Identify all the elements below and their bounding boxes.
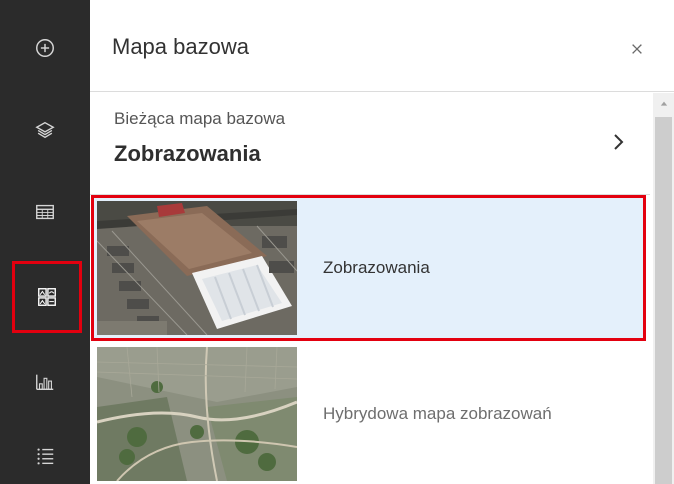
current-basemap-row[interactable]: Bieżąca mapa bazowa Zobrazowania — [90, 93, 650, 195]
basemap-item-hybrid[interactable]: Hybrydowa mapa zobrazowań — [94, 344, 643, 484]
chevron-right-icon — [614, 134, 624, 150]
basemap-gallery-icon — [38, 288, 56, 306]
layers-icon — [35, 121, 55, 139]
panel-header: Mapa bazowa — [90, 10, 674, 92]
layers-button[interactable] — [0, 90, 90, 170]
current-basemap-label: Bieżąca mapa bazowa — [114, 109, 286, 128]
panel-title: Mapa bazowa — [112, 34, 249, 59]
legend-button[interactable] — [0, 416, 90, 484]
add-data-button[interactable] — [0, 8, 90, 88]
bar-chart-icon — [36, 374, 54, 391]
close-icon — [632, 44, 642, 54]
plus-circle-icon — [36, 39, 54, 57]
scrollbar[interactable] — [653, 93, 674, 484]
table-button[interactable] — [0, 172, 90, 252]
list-icon — [37, 448, 54, 465]
scroll-up-button[interactable] — [653, 93, 674, 115]
hybrid-imagery-thumbnail — [97, 347, 297, 481]
left-toolbar — [0, 0, 90, 484]
triangle-up-icon — [660, 101, 667, 106]
basemap-item-imagery[interactable]: Zobrazowania — [91, 195, 646, 341]
basemap-item-label: Zobrazowania — [323, 258, 430, 277]
close-button[interactable] — [626, 38, 648, 60]
basemap-item-label: Hybrydowa mapa zobrazowań — [323, 404, 552, 423]
basemap-gallery-button[interactable] — [12, 261, 82, 333]
scroll-thumb[interactable] — [655, 117, 672, 484]
current-basemap-value: Zobrazowania — [114, 141, 261, 166]
basemap-panel: Mapa bazowa Bieżąca mapa bazowa Zobrazow… — [90, 0, 674, 484]
charts-button[interactable] — [0, 342, 90, 422]
satellite-imagery-thumbnail — [97, 201, 297, 335]
table-icon — [36, 204, 54, 220]
